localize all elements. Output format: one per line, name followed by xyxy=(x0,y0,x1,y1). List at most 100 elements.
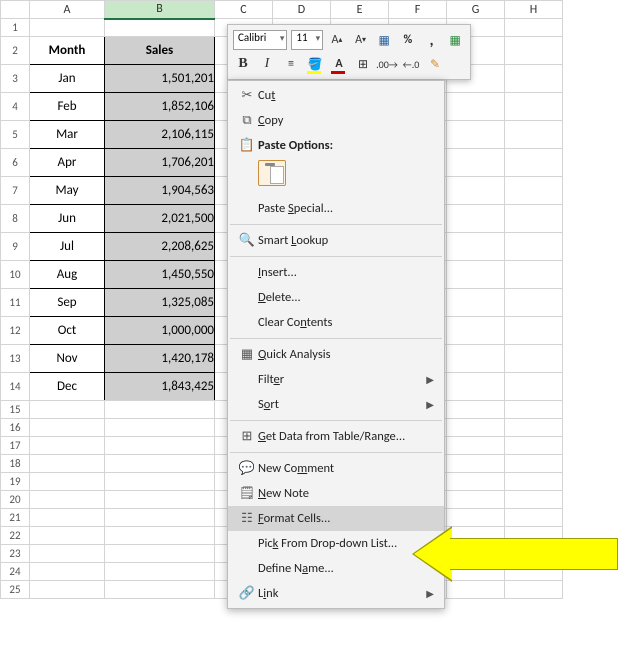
menu-sort[interactable]: Sort ▶ xyxy=(228,392,444,417)
menu-clear-contents[interactable]: Clear Contents xyxy=(228,310,444,335)
row-19[interactable]: 19 xyxy=(1,473,30,491)
row-8[interactable]: 8 xyxy=(1,205,30,233)
row-13[interactable]: 13 xyxy=(1,345,30,373)
menu-link[interactable]: 🔗 Link ▶ xyxy=(228,581,444,606)
cell-sales[interactable]: 1,450,550 xyxy=(105,261,215,289)
format-table-icon[interactable]: ▦ xyxy=(445,30,465,50)
cell-month[interactable]: Jun xyxy=(30,205,105,233)
cell-month[interactable]: Dec xyxy=(30,373,105,401)
percent-icon[interactable]: % xyxy=(398,30,418,50)
mini-toolbar: Calibri 11 A▴ A▾ ▦ % , ▦ B I ≡ 🪣 A ⊞ .00… xyxy=(227,24,471,80)
row-6[interactable]: 6 xyxy=(1,149,30,177)
row-3[interactable]: 3 xyxy=(1,65,30,93)
row-11[interactable]: 11 xyxy=(1,289,30,317)
paste-option-default[interactable] xyxy=(258,160,286,186)
menu-copy[interactable]: ⧉ Copy xyxy=(228,108,444,133)
cell-month[interactable]: Aug xyxy=(30,261,105,289)
cell-sales[interactable]: 1,843,425 xyxy=(105,373,215,401)
row-23[interactable]: 23 xyxy=(1,545,30,563)
row-22[interactable]: 22 xyxy=(1,527,30,545)
row-17[interactable]: 17 xyxy=(1,437,30,455)
cell-sales[interactable]: 2,021,500 xyxy=(105,205,215,233)
row-7[interactable]: 7 xyxy=(1,177,30,205)
cell-month[interactable]: Jan xyxy=(30,65,105,93)
font-select[interactable]: Calibri xyxy=(233,30,287,50)
cell-sales[interactable]: 2,106,115 xyxy=(105,121,215,149)
accounting-format-icon[interactable]: ▦ xyxy=(374,30,394,50)
row-5[interactable]: 5 xyxy=(1,121,30,149)
column-header-row: A B C D E F G H xyxy=(1,1,563,19)
row-20[interactable]: 20 xyxy=(1,491,30,509)
cell-month[interactable]: Nov xyxy=(30,345,105,373)
menu-new-note[interactable]: 🗒 New Note xyxy=(228,481,444,506)
col-F[interactable]: F xyxy=(389,1,447,19)
cell-sales[interactable]: 1,420,178 xyxy=(105,345,215,373)
menu-quick-analysis[interactable]: ▦ Quick Analysis xyxy=(228,342,444,367)
row-25[interactable]: 25 xyxy=(1,581,30,599)
decrease-decimal-icon[interactable]: ←.0 xyxy=(401,54,421,74)
row-24[interactable]: 24 xyxy=(1,563,30,581)
increase-decimal-icon[interactable]: .00→ xyxy=(377,54,397,74)
cell-month[interactable]: Mar xyxy=(30,121,105,149)
font-color-icon[interactable]: A xyxy=(329,54,349,74)
menu-smart-lookup[interactable]: 🔍 Smart Lookup xyxy=(228,228,444,253)
link-icon: 🔗 xyxy=(236,586,258,601)
cell-sales[interactable]: 1,904,563 xyxy=(105,177,215,205)
col-B[interactable]: B xyxy=(105,1,215,19)
borders-icon[interactable]: ⊞ xyxy=(353,54,373,74)
decrease-font-icon[interactable]: A▾ xyxy=(351,30,371,50)
cell-month[interactable]: Sep xyxy=(30,289,105,317)
row-4[interactable]: 4 xyxy=(1,93,30,121)
header-sales[interactable]: Sales xyxy=(105,37,215,65)
row-18[interactable]: 18 xyxy=(1,455,30,473)
row-2[interactable]: 2 xyxy=(1,37,30,65)
quick-analysis-icon: ▦ xyxy=(236,347,258,362)
align-icon[interactable]: ≡ xyxy=(281,54,301,74)
row-1[interactable]: 1 xyxy=(1,19,30,37)
cell-sales[interactable]: 1,501,201 xyxy=(105,65,215,93)
menu-get-data[interactable]: ⊞ Get Data from Table/Range... xyxy=(228,424,444,449)
cell-month[interactable]: Oct xyxy=(30,317,105,345)
menu-paste-options: 📋 Paste Options: xyxy=(228,133,444,158)
row-15[interactable]: 15 xyxy=(1,401,30,419)
cell-sales[interactable]: 1,325,085 xyxy=(105,289,215,317)
cell-sales[interactable]: 1,706,201 xyxy=(105,149,215,177)
row-21[interactable]: 21 xyxy=(1,509,30,527)
menu-new-comment[interactable]: 💬 New Comment xyxy=(228,456,444,481)
italic-button[interactable]: I xyxy=(257,54,277,74)
cut-icon: ✂ xyxy=(236,88,258,103)
chevron-right-icon: ▶ xyxy=(426,373,434,386)
col-C[interactable]: C xyxy=(215,1,273,19)
bold-button[interactable]: B xyxy=(233,54,253,74)
col-H[interactable]: H xyxy=(505,1,563,19)
col-A[interactable]: A xyxy=(30,1,105,19)
header-month[interactable]: Month xyxy=(30,37,105,65)
cell-sales[interactable]: 1,000,000 xyxy=(105,317,215,345)
menu-delete[interactable]: Delete... xyxy=(228,285,444,310)
comma-icon[interactable]: , xyxy=(422,30,442,50)
row-10[interactable]: 10 xyxy=(1,261,30,289)
fill-color-icon[interactable]: 🪣 xyxy=(305,54,325,74)
row-16[interactable]: 16 xyxy=(1,419,30,437)
cell-month[interactable]: Feb xyxy=(30,93,105,121)
row-12[interactable]: 12 xyxy=(1,317,30,345)
comment-icon: 💬 xyxy=(236,461,258,476)
font-size-select[interactable]: 11 xyxy=(291,30,323,50)
row-14[interactable]: 14 xyxy=(1,373,30,401)
col-G[interactable]: G xyxy=(447,1,505,19)
cell-month[interactable]: May xyxy=(30,177,105,205)
menu-insert[interactable]: Insert... xyxy=(228,260,444,285)
row-9[interactable]: 9 xyxy=(1,233,30,261)
format-painter-icon[interactable]: ✎ xyxy=(425,54,445,74)
select-all[interactable] xyxy=(1,1,30,19)
menu-filter[interactable]: Filter ▶ xyxy=(228,367,444,392)
menu-cut[interactable]: ✂ Cut xyxy=(228,83,444,108)
increase-font-icon[interactable]: A▴ xyxy=(327,30,347,50)
cell-month[interactable]: Apr xyxy=(30,149,105,177)
menu-paste-special[interactable]: Paste Special... xyxy=(228,196,444,221)
cell-month[interactable]: Jul xyxy=(30,233,105,261)
col-E[interactable]: E xyxy=(331,1,389,19)
cell-sales[interactable]: 1,852,106 xyxy=(105,93,215,121)
cell-sales[interactable]: 2,208,625 xyxy=(105,233,215,261)
col-D[interactable]: D xyxy=(273,1,331,19)
